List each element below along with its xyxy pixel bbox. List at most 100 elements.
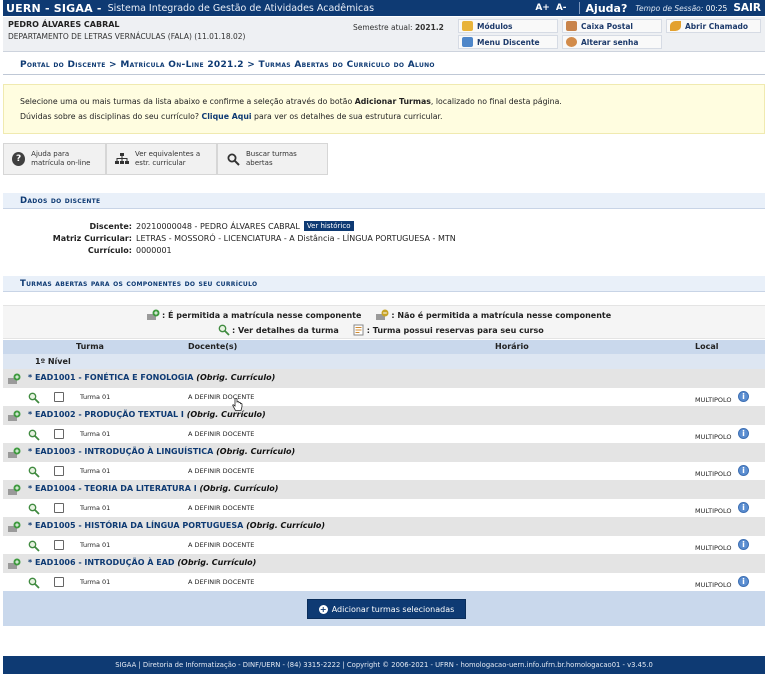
legend-reserved-text: : Turma possui reservas para seu curso (366, 325, 544, 335)
app-brand[interactable]: UERN - SIGAA - (3, 2, 102, 15)
logout-button[interactable]: SAIR (733, 2, 761, 14)
search-icon (226, 152, 240, 166)
legend-details: : Ver detalhes da turma (218, 324, 339, 336)
legend-details-text: : Ver detalhes da turma (232, 325, 339, 335)
user-info-bar: PEDRO ÁLVARES CABRAL DEPARTAMENTO DE LET… (3, 17, 765, 52)
modulos-label: Módulos (477, 21, 513, 31)
local-value: MULTIPOLO (695, 544, 732, 552)
docente-value: A DEFINIR DOCENTE (188, 430, 255, 438)
details-icon[interactable] (28, 577, 40, 589)
help-button-label: Ajuda para matrícula on-line (31, 150, 91, 167)
semester-value: 2021.2 (414, 23, 444, 32)
ticket-icon (670, 21, 681, 31)
caixa-postal-link[interactable]: Caixa Postal (562, 19, 662, 33)
component-obrig: (Obrig. Currículo) (177, 558, 257, 567)
component-name[interactable]: * EAD1006 - INTRODUÇÃO À EAD (Obrig. Cur… (28, 558, 256, 567)
legend: : É permitida a matrícula nesse componen… (3, 305, 765, 339)
search-button-label: Buscar turmas abertas (246, 150, 297, 167)
help-link[interactable]: Ajuda? (586, 2, 628, 15)
alterar-senha-link[interactable]: Alterar senha (562, 35, 662, 49)
select-class-checkbox[interactable] (54, 429, 64, 439)
allowed-icon (8, 521, 21, 532)
session-label: Tempo de Sessão: (635, 3, 704, 13)
notice-bold: Adicionar Turmas (354, 97, 431, 106)
curriculo-value: 0000001 (136, 245, 172, 255)
notice-line-1: Selecione uma ou mais turmas da lista ab… (20, 94, 764, 109)
details-icon[interactable] (28, 429, 40, 441)
details-icon[interactable] (28, 466, 40, 478)
docente-value: A DEFINIR DOCENTE (188, 467, 255, 475)
turma-label: Turma 01 (80, 504, 111, 512)
abrir-chamado-link[interactable]: Abrir Chamado (666, 19, 761, 33)
details-icon[interactable] (28, 503, 40, 515)
table-row: Turma 01 A DEFINIR DOCENTE MULTIPOLO i (3, 573, 765, 591)
semester-label: Semestre atual: (353, 23, 413, 32)
info-icon[interactable]: i (738, 465, 749, 476)
menu-discente-link[interactable]: Menu Discente (458, 35, 558, 49)
system-name: Sistema Integrado de Gestão de Atividade… (107, 2, 375, 14)
discente-label: Discente: (89, 221, 132, 231)
legend-not-allowed: : Não é permitida a matrícula nesse comp… (375, 309, 611, 321)
discente-value: 20210000048 - PEDRO ÁLVARES CABRAL (136, 221, 300, 231)
component-name[interactable]: * EAD1004 - TEORIA DA LITERATURA I (Obri… (28, 484, 278, 493)
select-class-checkbox[interactable] (54, 392, 64, 402)
add-classes-label: Adicionar turmas selecionadas (331, 604, 455, 614)
history-button[interactable]: Ver histórico (303, 221, 354, 231)
add-classes-button[interactable]: + Adicionar turmas selecionadas (307, 599, 466, 619)
details-icon (218, 324, 230, 336)
local-value: MULTIPOLO (695, 507, 732, 515)
component-obrig: (Obrig. Currículo) (186, 410, 266, 419)
mailbox-icon (566, 21, 577, 31)
info-icon[interactable]: i (738, 502, 749, 513)
modulos-link[interactable]: Módulos (458, 19, 558, 33)
details-icon[interactable] (28, 540, 40, 552)
component-name[interactable]: * EAD1002 - PRODUÇÃO TEXTUAL I (Obrig. C… (28, 410, 266, 419)
student-data: Discente: 20210000048 - PEDRO ÁLVARES CA… (3, 220, 603, 256)
font-increase-button[interactable]: A+ (535, 3, 550, 13)
notice-line-2: Dúvidas sobre as disciplinas do seu curr… (20, 109, 764, 124)
info-icon[interactable]: i (738, 576, 749, 587)
select-class-checkbox[interactable] (54, 577, 64, 587)
notice-text: Dúvidas sobre as disciplinas do seu curr… (20, 112, 202, 121)
component-obrig: (Obrig. Currículo) (216, 447, 296, 456)
info-icon[interactable]: i (738, 428, 749, 439)
discente-row: Discente: 20210000048 - PEDRO ÁLVARES CA… (3, 220, 603, 232)
font-decrease-button[interactable]: A- (556, 3, 567, 13)
table-row: Turma 01 A DEFINIR DOCENTE MULTIPOLO i (3, 462, 765, 480)
select-class-checkbox[interactable] (54, 503, 64, 513)
allowed-icon (8, 447, 21, 458)
equivalents-button-label: Ver equivalentes a estr. curricular (135, 150, 201, 167)
component-name[interactable]: * EAD1001 - FONÉTICA E FONOLOGIA (Obrig.… (28, 373, 275, 382)
current-semester: Semestre atual: 2021.2 (353, 23, 444, 32)
component-code-name: * EAD1006 - INTRODUÇÃO À EAD (28, 558, 175, 567)
question-icon: ? (12, 152, 26, 166)
equivalents-button[interactable]: Ver equivalentes a estr. curricular (106, 143, 217, 175)
help-button[interactable]: ? Ajuda para matrícula on-line (3, 143, 106, 175)
breadcrumb: Portal do Discente > Matrícula On-Line 2… (3, 55, 765, 75)
action-buttons: ? Ajuda para matrícula on-line Ver equiv… (3, 143, 328, 175)
legend-line-2: : Ver detalhes da turma : Turma possui r… (218, 324, 558, 336)
component-obrig: (Obrig. Currículo) (199, 484, 279, 493)
select-class-checkbox[interactable] (54, 466, 64, 476)
local-value: MULTIPOLO (695, 581, 732, 589)
table-footer: + Adicionar turmas selecionadas (3, 591, 765, 626)
curriculum-details-link[interactable]: Clique Aqui (202, 112, 252, 121)
component-name[interactable]: * EAD1005 - HISTÓRIA DA LÍNGUA PORTUGUES… (28, 521, 325, 530)
user-department: DEPARTAMENTO DE LETRAS VERNÁCULAS (FALA)… (8, 32, 246, 41)
component-name[interactable]: * EAD1003 - INTRODUÇÃO À LINGUÍSTICA (Ob… (28, 447, 295, 456)
info-icon[interactable]: i (738, 539, 749, 550)
table-header: Turma Docente(s) Horário Local (3, 340, 765, 354)
search-classes-button[interactable]: Buscar turmas abertas (217, 143, 328, 175)
component-row: * EAD1001 - FONÉTICA E FONOLOGIA (Obrig.… (3, 369, 765, 388)
info-icon[interactable]: i (738, 391, 749, 402)
details-icon[interactable] (28, 392, 40, 404)
component-code-name: * EAD1004 - TEORIA DA LITERATURA I (28, 484, 197, 493)
docente-value: A DEFINIR DOCENTE (188, 393, 255, 401)
component-row: * EAD1003 - INTRODUÇÃO À LINGUÍSTICA (Ob… (3, 443, 765, 462)
col-docente: Docente(s) (188, 342, 238, 351)
select-class-checkbox[interactable] (54, 540, 64, 550)
table-row: Turma 01 A DEFINIR DOCENTE MULTIPOLO i (3, 388, 765, 406)
top-bar: UERN - SIGAA - Sistema Integrado de Gest… (3, 0, 765, 16)
classes-table: Turma Docente(s) Horário Local 1º Nível … (3, 340, 765, 626)
level-row: 1º Nível (3, 354, 765, 369)
